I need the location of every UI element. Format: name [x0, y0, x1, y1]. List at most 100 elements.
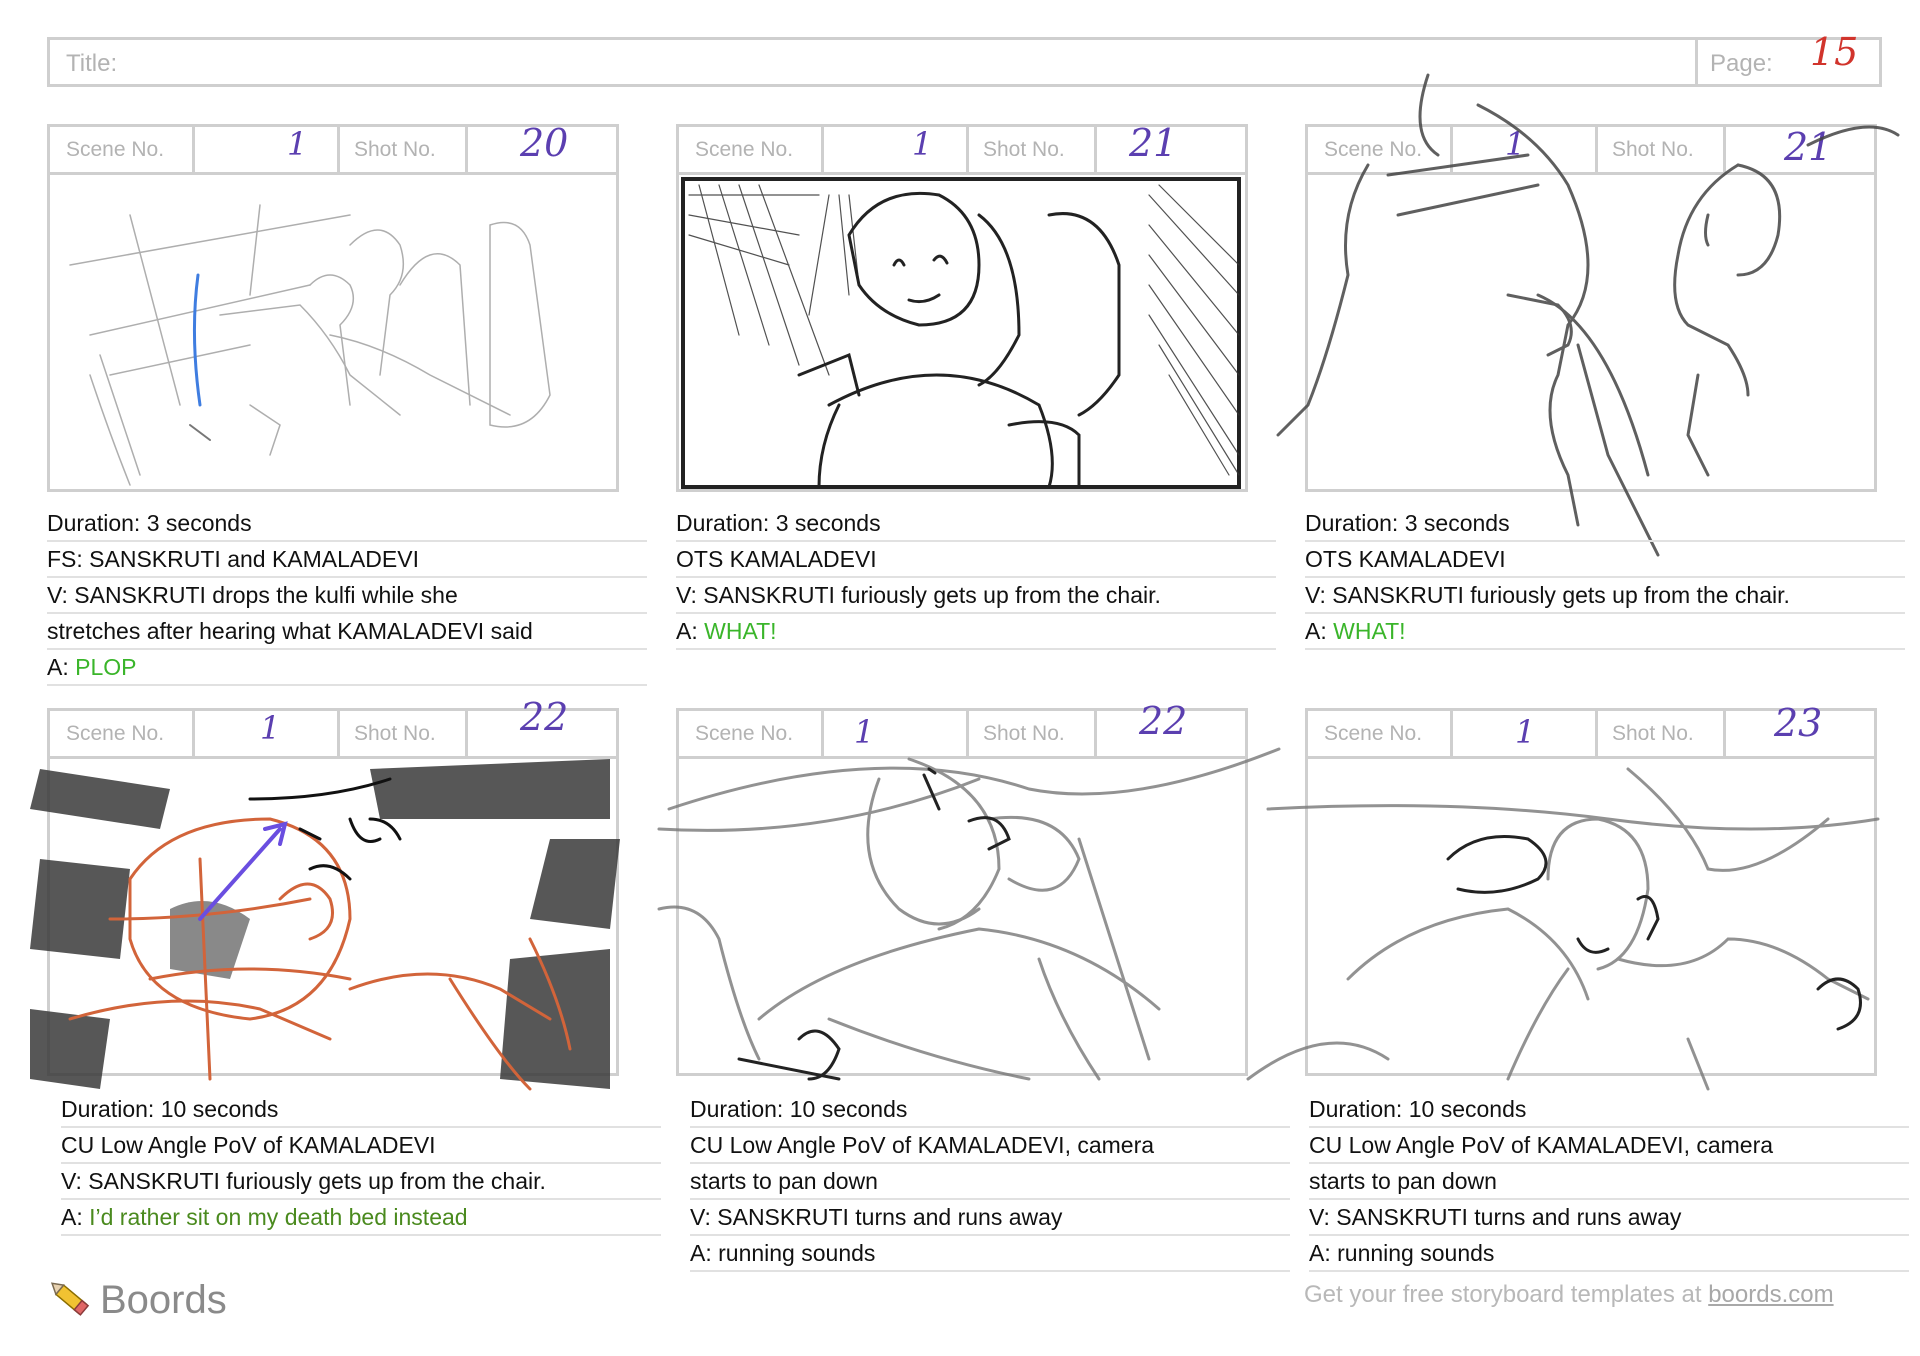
sketch-low-angle-closeup	[30, 759, 620, 1091]
note-line: Duration: 10 seconds	[1309, 1092, 1909, 1128]
sketch-frame	[30, 756, 620, 1091]
panel-notes: Duration: 3 seconds OTS KAMALADEVI V: SA…	[676, 506, 1276, 650]
shot-number: 23	[1774, 701, 1823, 745]
page-label: Page:	[1710, 50, 1773, 77]
scene-label-cell: Scene No.	[50, 127, 195, 173]
footer-promo-text: Get your free storyboard templates at	[1304, 1281, 1709, 1308]
scene-label-cell: Scene No.	[679, 711, 824, 757]
note-line: V: SANSKRUTI drops the kulfi while she	[47, 578, 647, 614]
shot-label: Shot No.	[1612, 722, 1694, 745]
page-number: 15	[1810, 30, 1859, 74]
note-line: Duration: 10 seconds	[61, 1092, 661, 1128]
audio-prefix: A:	[61, 1204, 90, 1230]
note-line: A: running sounds	[1309, 1236, 1909, 1272]
shot-number: 20	[520, 121, 569, 165]
sketch-turn-and-run	[657, 747, 1281, 1081]
panel-notes: Duration: 3 seconds FS: SANSKRUTI and KA…	[47, 506, 647, 686]
sketch-running-away	[1246, 767, 1880, 1091]
scene-label: Scene No.	[66, 722, 165, 745]
note-line: Duration: 3 seconds	[47, 506, 647, 542]
shot-label-cell: Shot No.	[1598, 127, 1726, 173]
panel-header: Scene No. 1 Shot No. 22	[47, 695, 619, 760]
scene-label-cell: Scene No.	[50, 711, 195, 757]
scene-number: 1	[912, 125, 933, 163]
note-line: V: SANSKRUTI turns and runs away	[690, 1200, 1290, 1236]
note-line: V: SANSKRUTI furiously gets up from the …	[1305, 578, 1905, 614]
note-line: Duration: 3 seconds	[676, 506, 1276, 542]
note-line: CU Low Angle PoV of KAMALADEVI, camera	[690, 1128, 1290, 1164]
header-divider	[1695, 40, 1698, 84]
shot-label-cell: Shot No.	[1598, 711, 1726, 757]
scene-number: 1	[260, 709, 281, 747]
note-line: Duration: 10 seconds	[690, 1092, 1290, 1128]
shot-label: Shot No.	[1612, 138, 1694, 161]
audio-line: A: WHAT!	[676, 614, 1276, 650]
sketch-frame	[657, 747, 1281, 1081]
shot-label-cell: Shot No.	[969, 127, 1097, 173]
scene-label: Scene No.	[66, 138, 165, 161]
shot-number: 22	[520, 695, 569, 739]
note-line: FS: SANSKRUTI and KAMALADEVI	[47, 542, 647, 578]
scene-number-cell: 1	[1453, 711, 1598, 757]
panel-header: Scene No. 1 Shot No. 22	[676, 699, 1248, 760]
sketch-frame	[676, 172, 1248, 492]
audio-text: WHAT!	[1333, 618, 1406, 644]
sketch-frame	[47, 172, 619, 492]
pencil-icon	[50, 1282, 90, 1316]
scene-number-cell: 1	[195, 709, 340, 757]
note-line: V: SANSKRUTI furiously gets up from the …	[676, 578, 1276, 614]
shot-label: Shot No.	[354, 722, 436, 745]
scene-label: Scene No.	[1324, 722, 1423, 745]
note-line: stretches after hearing what KAMALADEVI …	[47, 614, 647, 650]
boords-logo-text: Boords	[100, 1278, 227, 1322]
note-line: A: running sounds	[690, 1236, 1290, 1272]
panel-notes: Duration: 3 seconds OTS KAMALADEVI V: SA…	[1305, 506, 1905, 650]
shot-label: Shot No.	[983, 138, 1065, 161]
audio-prefix: A:	[676, 618, 705, 644]
panel-notes: Duration: 10 seconds CU Low Angle PoV of…	[690, 1092, 1290, 1272]
note-line: CU Low Angle PoV of KAMALADEVI, camera	[1309, 1128, 1909, 1164]
shot-label: Shot No.	[983, 722, 1065, 745]
note-line: OTS KAMALADEVI	[1305, 542, 1905, 578]
sketch-theater-audience	[69, 204, 551, 486]
audio-line: A: PLOP	[47, 650, 647, 686]
scene-label-cell: Scene No.	[1308, 711, 1453, 757]
note-line: V: SANSKRUTI furiously gets up from the …	[61, 1164, 661, 1200]
sketch-frame	[1276, 73, 1900, 557]
note-line: Duration: 3 seconds	[1305, 506, 1905, 542]
sketch-ots-kamaladevi	[681, 177, 1241, 489]
note-line: OTS KAMALADEVI	[676, 542, 1276, 578]
note-line: CU Low Angle PoV of KAMALADEVI	[61, 1128, 661, 1164]
shot-number: 22	[1139, 699, 1188, 743]
panel-header: Scene No. 1 Shot No. 23	[1305, 701, 1877, 760]
shot-label-cell: Shot No.	[969, 711, 1097, 757]
scene-number-cell: 1	[824, 125, 969, 173]
scene-number: 1	[1515, 713, 1536, 751]
shot-number: 21	[1129, 121, 1178, 165]
title-label: Title:	[66, 50, 118, 77]
shot-number: 21	[1784, 125, 1833, 169]
scene-number-cell: 1	[824, 711, 969, 757]
scene-number: 1	[854, 713, 875, 751]
shot-label-cell: Shot No.	[340, 711, 468, 757]
audio-text: PLOP	[75, 654, 137, 680]
note-line: V: SANSKRUTI turns and runs away	[1309, 1200, 1909, 1236]
scene-label-cell: Scene No.	[679, 127, 824, 173]
audio-text: WHAT!	[704, 618, 777, 644]
audio-line: A: I’d rather sit on my death bed instea…	[61, 1200, 661, 1236]
shot-label-cell: Shot No.	[340, 127, 468, 173]
audio-prefix: A:	[1305, 618, 1334, 644]
boords-link[interactable]: boords.com	[1708, 1281, 1833, 1308]
scene-label: Scene No.	[1324, 138, 1423, 161]
panel-notes: Duration: 10 seconds CU Low Angle PoV of…	[61, 1092, 661, 1236]
footer-promo: Get your free storyboard templates at bo…	[1304, 1281, 1834, 1309]
scene-number: 1	[287, 125, 308, 163]
panel-header: Scene No. 1 Shot No. 21	[676, 121, 1248, 176]
scene-number-cell: 1	[195, 125, 340, 173]
panel-notes: Duration: 10 seconds CU Low Angle PoV of…	[1309, 1092, 1909, 1272]
note-line: starts to pan down	[1309, 1164, 1909, 1200]
audio-text: I’d rather sit on my death bed instead	[89, 1204, 468, 1230]
audio-line: A: WHAT!	[1305, 614, 1905, 650]
audio-prefix: A:	[47, 654, 76, 680]
sketch-figure-rising	[1276, 73, 1900, 557]
